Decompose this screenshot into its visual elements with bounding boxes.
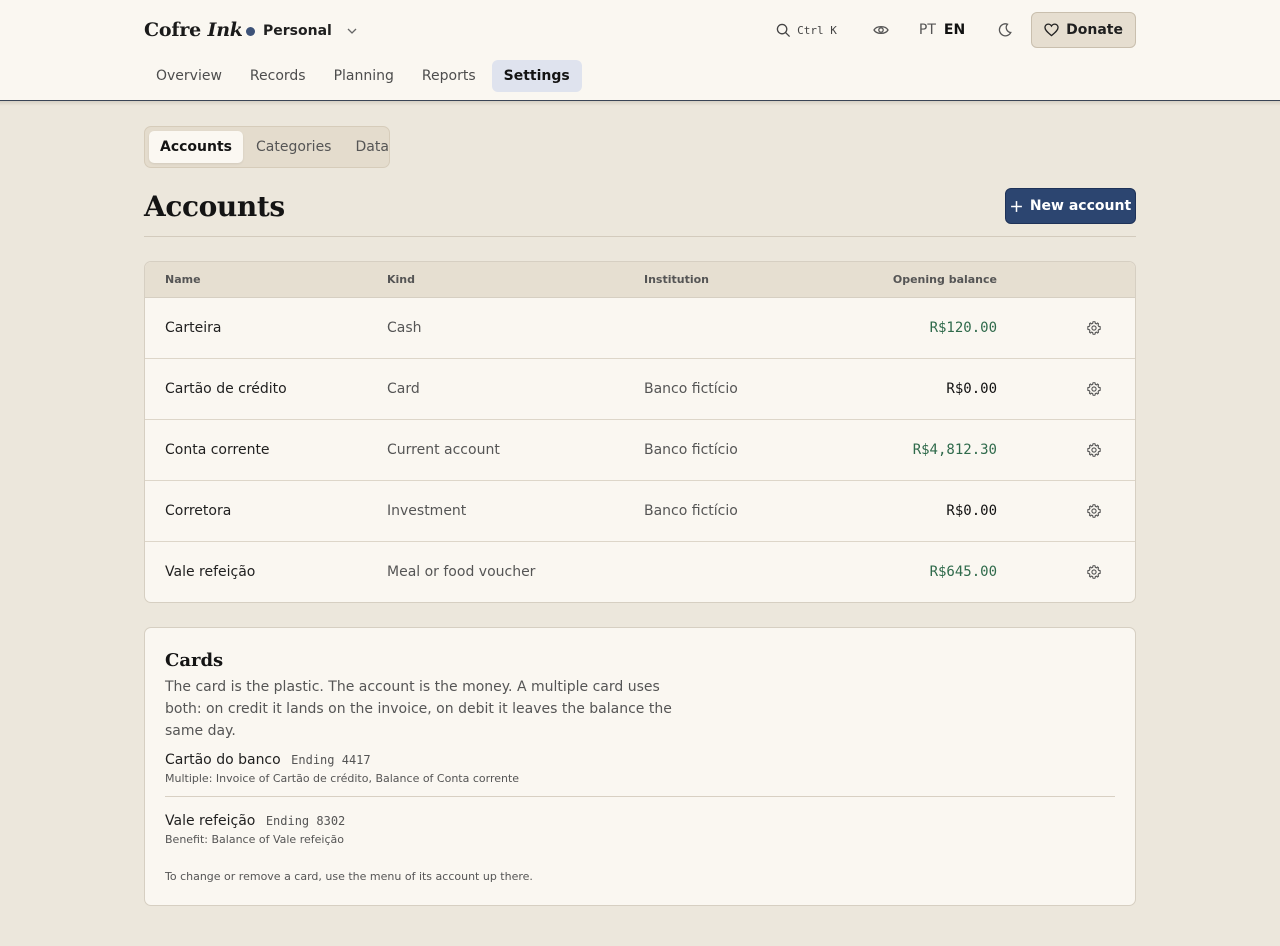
card-name: Cartão do banco <box>165 752 281 768</box>
privacy-toggle-button[interactable] <box>863 12 899 48</box>
card-divider <box>165 796 1115 797</box>
account-opening-balance: R$0.00 <box>946 503 997 519</box>
table-row: Vale refeição Meal or food voucher R$645… <box>145 542 1135 602</box>
theme-toggle-button[interactable] <box>987 12 1023 48</box>
table-header: Name Kind Institution Opening balance <box>145 262 1135 298</box>
title-divider <box>144 236 1136 237</box>
language-switcher: PT EN <box>919 22 965 38</box>
search-button[interactable]: Ctrl K <box>768 12 845 48</box>
subtab-accounts[interactable]: Accounts <box>149 131 244 163</box>
cards-note: To change or remove a card, use the menu… <box>165 870 533 883</box>
app-header: Cofre Ink Personal Ctrl K PT EN Donate O… <box>0 0 1280 106</box>
brand-logo[interactable]: Cofre Ink <box>144 19 243 41</box>
main-nav: Overview Records Planning Reports Settin… <box>144 60 582 92</box>
cards-description: The card is the plastic. The account is … <box>165 679 672 739</box>
settings-subtabs: Accounts Categories Data <box>144 126 390 168</box>
account-name: Corretora <box>165 503 232 519</box>
workspace-selector[interactable]: Personal <box>246 21 358 41</box>
cards-title: Cards <box>165 650 224 671</box>
moon-icon <box>998 23 1012 37</box>
table-row: Corretora Investment Banco fictício R$0.… <box>145 481 1135 542</box>
page-title: Accounts <box>144 190 285 223</box>
cards-section: Cards The card is the plastic. The accou… <box>144 627 1136 906</box>
card-detail: Benefit: Balance of Vale refeição <box>165 833 344 846</box>
subtab-data[interactable]: Data <box>344 131 399 163</box>
account-kind: Current account <box>387 442 500 458</box>
account-kind: Card <box>387 381 420 397</box>
workspace-label: Personal <box>263 23 332 39</box>
brand-suffix: Ink <box>207 19 243 41</box>
column-header-opening-balance: Opening balance <box>892 273 997 286</box>
card-name: Vale refeição <box>165 813 256 829</box>
chevron-down-icon <box>347 28 357 34</box>
card-detail: Multiple: Invoice of Cartão de crédito, … <box>165 772 520 785</box>
heart-icon <box>1044 23 1059 37</box>
account-opening-balance: R$4,812.30 <box>912 442 997 458</box>
account-kind: Meal or food voucher <box>387 564 536 580</box>
gear-icon[interactable] <box>1086 564 1102 580</box>
card-item: Cartão do banco Ending 4417 Multiple: In… <box>165 752 1115 785</box>
account-institution: Banco fictício <box>644 381 738 397</box>
donate-button[interactable]: Donate <box>1031 12 1136 48</box>
subtab-categories[interactable]: Categories <box>245 131 342 163</box>
nav-tab-records[interactable]: Records <box>238 60 318 92</box>
card-ending: Ending 8302 <box>265 814 346 828</box>
nav-tab-planning[interactable]: Planning <box>322 60 406 92</box>
account-opening-balance: R$645.00 <box>929 564 997 580</box>
account-name: Carteira <box>165 320 222 336</box>
search-icon <box>776 23 791 37</box>
brand-name: Cofre <box>144 19 202 41</box>
card-item: Vale refeição Ending 8302 Benefit: Balan… <box>165 813 1115 846</box>
column-header-institution: Institution <box>644 273 710 286</box>
nav-tab-overview[interactable]: Overview <box>144 60 234 92</box>
table-row: Carteira Cash R$120.00 <box>145 298 1135 359</box>
card-ending: Ending 4417 <box>291 753 371 767</box>
account-kind: Investment <box>387 503 467 519</box>
table-row: Conta corrente Current account Banco fic… <box>145 420 1135 481</box>
gear-icon[interactable] <box>1086 320 1102 336</box>
gear-icon[interactable] <box>1086 442 1102 458</box>
nav-tab-reports[interactable]: Reports <box>410 60 488 92</box>
account-institution: Banco fictício <box>644 442 738 458</box>
new-account-label: New account <box>1029 198 1132 214</box>
table-row: Cartão de crédito Card Banco fictício R$… <box>145 359 1135 420</box>
eye-icon <box>873 25 889 35</box>
gear-icon[interactable] <box>1086 381 1102 397</box>
account-name: Conta corrente <box>165 442 270 458</box>
language-pt[interactable]: PT <box>919 22 936 38</box>
nav-tab-settings[interactable]: Settings <box>491 60 582 92</box>
column-header-name: Name <box>165 273 201 286</box>
account-kind: Cash <box>387 320 422 336</box>
account-institution: Banco fictício <box>644 503 738 519</box>
donate-label: Donate <box>1066 22 1123 38</box>
gear-icon[interactable] <box>1086 503 1102 519</box>
new-account-button[interactable]: New account <box>1005 188 1136 224</box>
column-header-kind: Kind <box>387 273 415 286</box>
account-name: Vale refeição <box>165 564 256 580</box>
plus-icon <box>1010 200 1022 212</box>
account-opening-balance: R$120.00 <box>929 320 997 336</box>
workspace-color-dot <box>246 26 255 36</box>
search-shortcut: Ctrl K <box>797 23 837 37</box>
account-opening-balance: R$0.00 <box>946 381 997 397</box>
language-en[interactable]: EN <box>944 22 965 38</box>
header-actions: Ctrl K PT EN Donate <box>768 12 1136 48</box>
account-name: Cartão de crédito <box>165 381 287 397</box>
accounts-table: Name Kind Institution Opening balance Ca… <box>144 261 1136 603</box>
